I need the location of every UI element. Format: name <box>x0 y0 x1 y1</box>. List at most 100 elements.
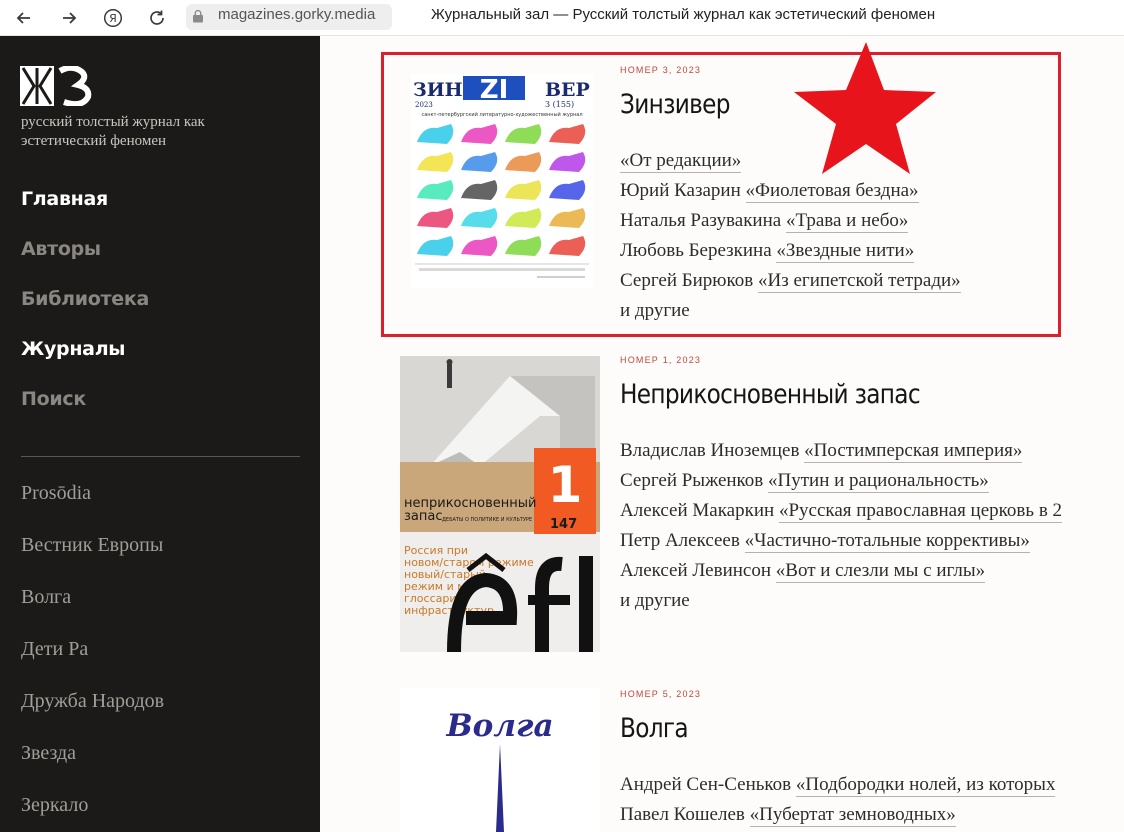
entry: Любовь Березкина «Звездные нити» <box>620 240 915 263</box>
cover-shoe-illustration <box>461 236 498 256</box>
cover-shoe-illustration <box>505 124 542 144</box>
entry: Сергей Рыженков «Путин и рациональность» <box>620 470 989 493</box>
entry: Павел Кошелев «Пубертат земноводных» <box>620 804 956 827</box>
entry-author: Сергей Рыженков <box>620 470 764 491</box>
entry: Алексей Левинсон «Вот и слезли мы с иглы… <box>620 560 986 583</box>
cover-shoe-illustration <box>549 152 586 172</box>
entry-author: Наталья Разувакина <box>620 210 782 231</box>
entry: «От редакции» <box>620 150 742 173</box>
cover-shoe-illustration <box>549 180 586 200</box>
entry-work-link[interactable]: «Фиолетовая бездна» <box>745 180 919 203</box>
entry-author: Юрий Казарин <box>620 180 741 201</box>
cover-brand-right: ВЕР <box>545 79 590 101</box>
journal-title[interactable]: Зинзивер <box>620 89 730 120</box>
entry-work-link[interactable]: «От редакции» <box>620 150 742 173</box>
cover-tagline: ДЕБАТЫ О ПОЛИТИКЕ И КУЛЬТУРЕ <box>442 517 532 523</box>
entry-author: Павел Кошелев <box>620 804 745 825</box>
more-authors[interactable]: и другие <box>620 300 690 322</box>
cover-brand: Волга <box>445 708 553 744</box>
red-star-icon <box>794 42 936 174</box>
magazine-link[interactable]: Вестник Европы <box>21 534 163 557</box>
entry: Петр Алексеев «Частично-тотальные коррек… <box>620 530 1030 553</box>
svg-text:Я: Я <box>109 12 117 25</box>
cover-shoe-illustration <box>461 152 498 172</box>
entry-work-link[interactable]: «Звездные нити» <box>776 240 915 263</box>
cover-shoe-illustration <box>417 180 454 200</box>
entry-work-link[interactable]: «Трава и небо» <box>785 210 909 233</box>
cover-shoe-illustration <box>549 124 586 144</box>
cover-shoe-illustration <box>505 180 542 200</box>
cover-shoe-illustration <box>461 124 498 144</box>
site-caption: русский толстый журнал как эстетический … <box>21 114 205 149</box>
entry-author: Алексей Левинсон <box>620 560 772 581</box>
cover-shoe-illustration <box>549 208 586 228</box>
nz-cover[interactable]: 1 147 неприкосновенный запас ДЕБАТЫ О ПО… <box>400 356 600 652</box>
magazine-link[interactable]: Дружба Народов <box>21 690 164 713</box>
cover-name-line2: запас <box>404 509 443 524</box>
cover-number: 3 (155) <box>545 100 574 109</box>
magazine-link[interactable]: Prosōdia <box>21 482 91 505</box>
browser-toolbar: Я magazines.gorky.media Журнальный зал —… <box>0 0 1124 36</box>
cover-shoe-illustration <box>461 180 498 200</box>
issue-label: НОМЕР 1, 2023 <box>620 355 702 365</box>
entry: Алексей Макаркин «Русская православная ц… <box>620 500 1063 523</box>
url-text[interactable]: magazines.gorky.media <box>218 6 375 23</box>
entry: Сергей Бирюков «Из египетской тетради» <box>620 270 961 293</box>
cover-shoe-illustration <box>417 236 454 256</box>
nav-item-authors[interactable]: Авторы <box>21 238 101 260</box>
cover-brand-left: ЗИН <box>413 79 463 101</box>
cover-shoe-illustration <box>417 208 454 228</box>
entry: Владислав Иноземцев «Постимперская импер… <box>620 440 1023 463</box>
forward-arrow-icon[interactable] <box>55 4 83 32</box>
entry-author: Андрей Сен-Сеньков <box>620 774 792 795</box>
entry-work-link[interactable]: «Путин и рациональность» <box>768 470 989 493</box>
cover-shoe-illustration <box>461 208 498 228</box>
cover-shoe-illustration <box>417 124 454 144</box>
entry-work-link[interactable]: «Русская православная церковь в 2 <box>778 500 1063 523</box>
entry-work-link[interactable]: «Постимперская империя» <box>804 440 1023 463</box>
magazine-link[interactable]: Дети Ра <box>21 638 88 661</box>
entry: Юрий Казарин «Фиолетовая бездна» <box>620 180 919 203</box>
sidebar: русский толстый журнал как эстетический … <box>0 36 320 832</box>
cover-shoe-illustration <box>505 236 542 256</box>
issue-label: НОМЕР 5, 2023 <box>620 689 702 699</box>
nav-item-search[interactable]: Поиск <box>21 388 86 410</box>
site-logo[interactable] <box>20 66 92 106</box>
cover-shoe-illustration <box>549 236 586 256</box>
entry-author: Любовь Березкина <box>620 240 772 261</box>
page-title: Журнальный зал — Русский толстый журнал … <box>431 6 936 23</box>
entry-work-link[interactable]: «Пубертат земноводных» <box>749 804 956 827</box>
back-arrow-icon[interactable] <box>10 4 38 32</box>
cover-issue-number: 1 <box>548 456 583 514</box>
magazine-link[interactable]: Волга <box>21 586 71 609</box>
magazine-link[interactable]: Зеркало <box>21 794 88 817</box>
more-authors[interactable]: и другие <box>620 590 690 612</box>
cover-brand-mid: ZI <box>480 75 509 105</box>
cover-issue-no: 147 <box>550 517 577 532</box>
journal-title[interactable]: Неприкосновенный запас <box>620 379 921 410</box>
cover-subtitle: санкт-петербургский литературно-художест… <box>421 111 582 118</box>
entry-work-link[interactable]: «Подбородки нолей, из которых <box>795 774 1056 797</box>
cover-year: 2023 <box>415 101 433 109</box>
entry-author: Сергей Бирюков <box>620 270 754 291</box>
nav-item-library[interactable]: Библиотека <box>21 288 149 310</box>
journal-title[interactable]: Волга <box>620 713 689 744</box>
entry-work-link[interactable]: «Из египетской тетради» <box>758 270 961 293</box>
entry-work-link[interactable]: «Частично-тотальные коррективы» <box>744 530 1030 553</box>
entry-author: Владислав Иноземцев <box>620 440 800 461</box>
nav-item-journals[interactable]: Журналы <box>21 338 126 360</box>
lock-icon <box>193 9 203 23</box>
nav-item-home[interactable]: Главная <box>21 188 108 210</box>
volga-cover[interactable]: Волга <box>400 688 600 832</box>
entry: Наталья Разувакина «Трава и небо» <box>620 210 909 233</box>
zinziver-cover[interactable]: ЗИН ZI ВЕР 2023 3 (155) санкт-петербургс… <box>411 74 593 288</box>
reload-icon[interactable] <box>143 4 171 32</box>
cover-shoe-illustration <box>505 208 542 228</box>
entry: Андрей Сен-Сеньков «Подбородки нолей, из… <box>620 774 1056 797</box>
entry-work-link[interactable]: «Вот и слезли мы с иглы» <box>775 560 986 583</box>
magazine-link[interactable]: Звезда <box>21 742 76 765</box>
entry-author: Алексей Макаркин <box>620 500 775 521</box>
cover-shoe-illustration <box>505 152 542 172</box>
issue-label: НОМЕР 3, 2023 <box>620 65 702 75</box>
yandex-icon[interactable]: Я <box>99 4 127 32</box>
